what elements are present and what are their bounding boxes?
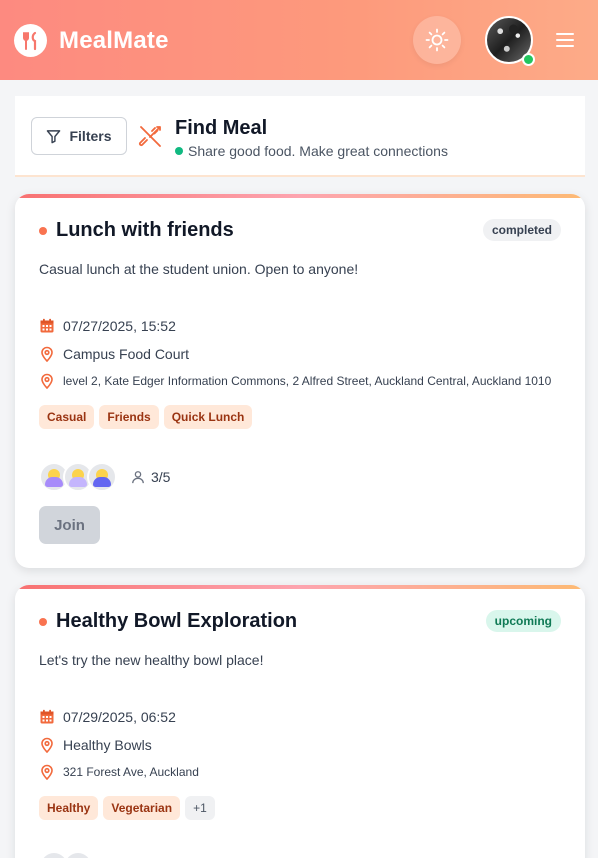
status-badge: completed [482, 219, 561, 241]
map-pin-icon [41, 346, 53, 362]
live-dot [175, 147, 183, 155]
tag: Healthy [39, 796, 99, 820]
venue-text: Healthy Bowls [63, 737, 152, 753]
status-badge: upcoming [485, 610, 561, 632]
calendar-icon [40, 318, 54, 333]
app-header: MealMate [0, 0, 598, 80]
count-text: 3/5 [151, 469, 171, 485]
participants [39, 851, 93, 858]
map-pin-icon [41, 764, 53, 780]
page-title: Find Meal [175, 117, 268, 139]
utensils-icon [14, 24, 47, 57]
meal-venue: Healthy Bowls [39, 737, 152, 753]
datetime-text: 07/27/2025, 15:52 [63, 318, 176, 334]
online-status-dot [522, 53, 535, 66]
user-icon [132, 471, 144, 484]
theme-toggle-button[interactable] [413, 16, 461, 64]
user-avatar-button[interactable] [485, 16, 535, 66]
utensils-crossed-icon [138, 124, 164, 155]
page-subtitle: Share good food. Make great connections [175, 143, 448, 159]
meal-title-text: Lunch with friends [56, 219, 234, 241]
venue-text: Campus Food Court [63, 346, 190, 362]
tag-list: Casual Friends Quick Lunch [39, 405, 257, 429]
tag: Quick Lunch [163, 405, 253, 429]
participant-count: 3/5 [131, 469, 170, 485]
meal-address: level 2, Kate Edger Information Commons,… [39, 373, 551, 389]
participant-avatar[interactable] [87, 462, 117, 492]
hamburger-icon[interactable] [556, 33, 574, 47]
brand[interactable]: MealMate [14, 24, 169, 57]
more-tags-badge[interactable]: +1 [185, 796, 215, 820]
filters-label: Filters [69, 128, 112, 144]
address-text: level 2, Kate Edger Information Commons,… [63, 374, 552, 388]
meal-card[interactable]: Lunch with friends completed Casual lunc… [15, 194, 585, 568]
title-bullet [39, 617, 47, 626]
meal-description: Let's try the new healthy bowl place! [39, 652, 264, 668]
join-button[interactable]: Join [39, 506, 100, 544]
meal-datetime: 07/27/2025, 15:52 [39, 318, 176, 334]
app-name: MealMate [59, 26, 169, 54]
subtitle-text: Share good food. Make great connections [188, 143, 448, 159]
calendar-icon [40, 709, 54, 724]
map-pin-icon [41, 737, 53, 753]
tag: Casual [39, 405, 95, 429]
sun-icon [425, 28, 449, 52]
meal-datetime: 07/29/2025, 06:52 [39, 709, 176, 725]
tag: Vegetarian [103, 796, 181, 820]
participant-avatar[interactable] [63, 851, 93, 858]
find-meal-bar: Filters Find Meal Share good food. Make … [15, 96, 585, 177]
tag-list: Healthy Vegetarian +1 [39, 796, 220, 820]
datetime-text: 07/29/2025, 06:52 [63, 709, 176, 725]
tag: Friends [99, 405, 159, 429]
meal-card[interactable]: Healthy Bowl Exploration upcoming Let's … [15, 585, 585, 858]
map-pin-icon [41, 373, 53, 389]
meal-address: 321 Forest Ave, Auckland [39, 764, 199, 780]
meal-venue: Campus Food Court [39, 346, 189, 362]
meal-description: Casual lunch at the student union. Open … [39, 261, 359, 277]
participants: 3/5 [39, 462, 170, 492]
meal-title: Healthy Bowl Exploration [39, 610, 297, 633]
meal-title: Lunch with friends [39, 219, 234, 242]
filter-icon [47, 129, 61, 143]
title-bullet [39, 226, 47, 235]
address-text: 321 Forest Ave, Auckland [63, 765, 199, 779]
filters-button[interactable]: Filters [31, 117, 127, 155]
meal-title-text: Healthy Bowl Exploration [56, 610, 298, 632]
